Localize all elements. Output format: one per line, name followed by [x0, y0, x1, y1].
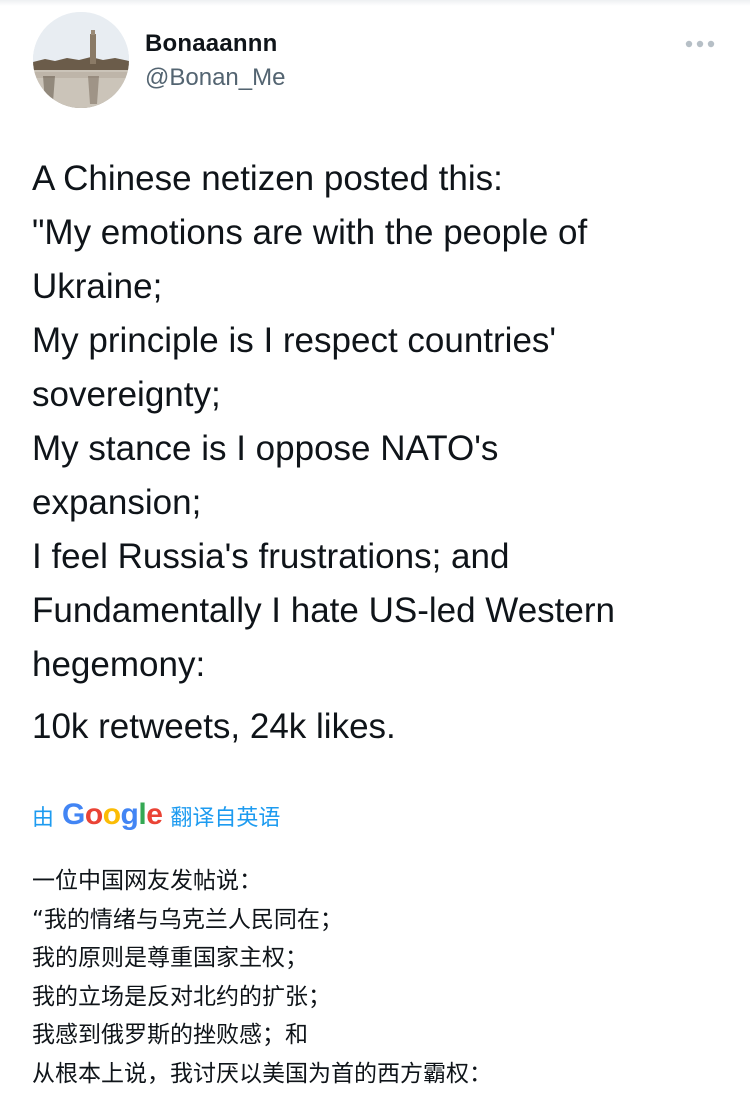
translated-text-line: 一位中国网友发帖说：: [32, 868, 262, 894]
tweet-text-line: expansion;: [32, 483, 202, 522]
tweet-text-line: "My emotions are with the people of: [32, 213, 588, 252]
tweet-text-line: Fundamentally I hate US-led Western: [32, 591, 615, 630]
google-logo-letter: e: [146, 798, 163, 831]
translate-prefix: 由: [32, 806, 55, 831]
google-logo-letter: o: [84, 798, 103, 831]
tweet-text-line: Ukraine;: [32, 267, 163, 306]
google-logo-letter: o: [102, 798, 121, 831]
tweet-text-line: I feel Russia's frustrations; and: [32, 537, 510, 576]
google-logo-letter: G: [62, 798, 85, 831]
avatar-photo: [33, 12, 129, 108]
translated-text: 一位中国网友发帖说： “我的情绪与乌克兰人民同在； 我的原则是尊重国家主权； 我…: [32, 862, 732, 1093]
translate-suffix: 翻译自英语: [170, 806, 281, 831]
google-logo: Google: [62, 798, 163, 832]
translate-by-google-link[interactable]: 由 Google 翻译自英语: [32, 798, 280, 834]
author-avatar[interactable]: [33, 12, 129, 108]
tweet-text-line: My principle is I respect countries': [32, 321, 557, 360]
translated-text-line: 我的原则是尊重国家主权；: [32, 945, 308, 971]
tweet-text-line: sovereignty;: [32, 375, 221, 414]
translated-text-line: 我的立场是反对北约的扩张；: [32, 983, 331, 1010]
tweet-text-line: hegemony:: [32, 645, 206, 684]
tweet-stats-text: 10k retweets, 24k likes.: [32, 707, 396, 746]
author-handle[interactable]: @Bonan_Me: [145, 64, 285, 92]
top-edge-shadow: [0, 0, 750, 6]
author-display-name[interactable]: Bonaaannn: [145, 30, 277, 58]
tweet-text-line: A Chinese netizen posted this:: [32, 159, 503, 198]
translated-text-line: 从根本上说，我讨厌以美国为首的西方霸权：: [32, 1060, 492, 1087]
translated-text-line: 我感到俄罗斯的挫败感；和: [32, 1022, 308, 1048]
google-logo-letter: l: [138, 798, 147, 831]
tweet-text-line: My stance is I oppose NATO's: [32, 429, 499, 468]
translated-text-line: “我的情绪与乌克兰人民同在；: [32, 906, 343, 933]
more-horizontal-icon[interactable]: [684, 32, 716, 56]
google-logo-letter: g: [120, 798, 139, 831]
tweet-text: A Chinese netizen posted this: "My emoti…: [32, 152, 732, 692]
